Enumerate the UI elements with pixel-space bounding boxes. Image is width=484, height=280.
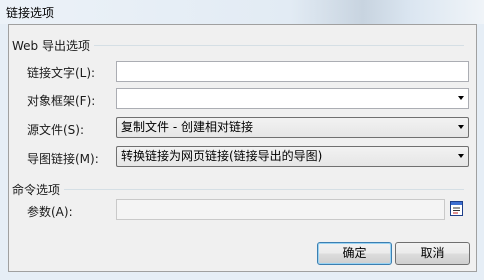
source-file-label: 源文件(S): [27, 123, 85, 137]
source-file-value: 复制文件 - 创建相对链接 [121, 120, 253, 134]
group-divider-command [12, 189, 464, 190]
link-text-label: 链接文字(L): [27, 66, 96, 80]
title-bar: 链接选项 [0, 0, 484, 24]
map-link-select[interactable]: 转换链接为网页链接(链接导出的导图) [116, 146, 469, 167]
window-frame-left [0, 24, 8, 280]
chevron-down-icon [458, 125, 464, 129]
link-text-input[interactable] [116, 61, 469, 82]
ok-button[interactable]: 确定 [317, 242, 392, 265]
group-heading-web: Web 导出选项 [12, 37, 94, 54]
chevron-down-icon [458, 154, 464, 158]
params-label: 参数(A): [27, 205, 73, 219]
map-link-value: 转换链接为网页链接(链接导出的导图) [121, 149, 323, 163]
target-frame-combobox[interactable] [116, 88, 469, 109]
window-title: 链接选项 [6, 6, 55, 20]
target-frame-label: 对象框架(F): [27, 94, 96, 108]
params-input[interactable] [116, 199, 445, 220]
map-link-label: 导图链接(M): [27, 152, 99, 166]
window-frame-right [477, 24, 484, 280]
window-frame-bottom [0, 272, 484, 280]
cancel-button[interactable]: 取消 [395, 242, 470, 265]
browse-icon[interactable] [449, 200, 464, 217]
chevron-down-icon [458, 96, 464, 100]
source-file-select[interactable]: 复制文件 - 创建相对链接 [116, 117, 469, 138]
group-heading-command: 命令选项 [12, 181, 65, 198]
